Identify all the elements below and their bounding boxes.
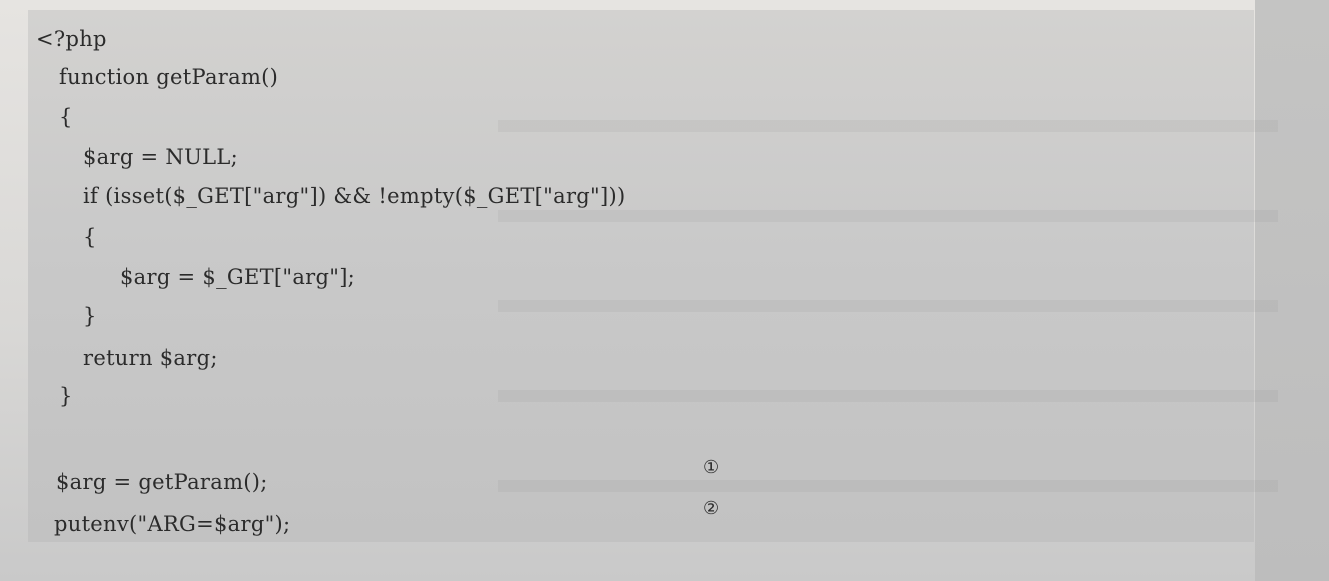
- circled-number-one-marker: ①: [703, 457, 720, 478]
- code-line-putenv: putenv("ARG=$arg");: [54, 512, 291, 536]
- code-line-if-open-brace: {: [83, 225, 97, 249]
- code-line-php-open: <?php: [36, 27, 107, 51]
- code-line-if-isset: if (isset($_GET["arg"]) && !empty($_GET[…: [83, 184, 626, 208]
- code-line-arg-assign: $arg = $_GET["arg"];: [120, 265, 356, 289]
- code-line-close-brace: }: [59, 384, 73, 408]
- code-line-arg-null: $arg = NULL;: [83, 145, 238, 169]
- code-line-get-param-call: $arg = getParam();: [56, 470, 268, 494]
- code-listing-box: <?php function getParam() { $arg = NULL;…: [28, 10, 1278, 542]
- circled-number-two-marker: ②: [703, 498, 720, 519]
- book-page: <?php function getParam() { $arg = NULL;…: [0, 0, 1329, 581]
- code-line-if-close-brace: }: [83, 304, 97, 328]
- code-line-function-decl: function getParam(): [59, 65, 279, 89]
- code-line-open-brace: {: [59, 105, 73, 129]
- bleed-through-shadow: [498, 80, 1278, 510]
- code-line-return: return $arg;: [83, 346, 218, 370]
- page-edge: [1255, 0, 1329, 581]
